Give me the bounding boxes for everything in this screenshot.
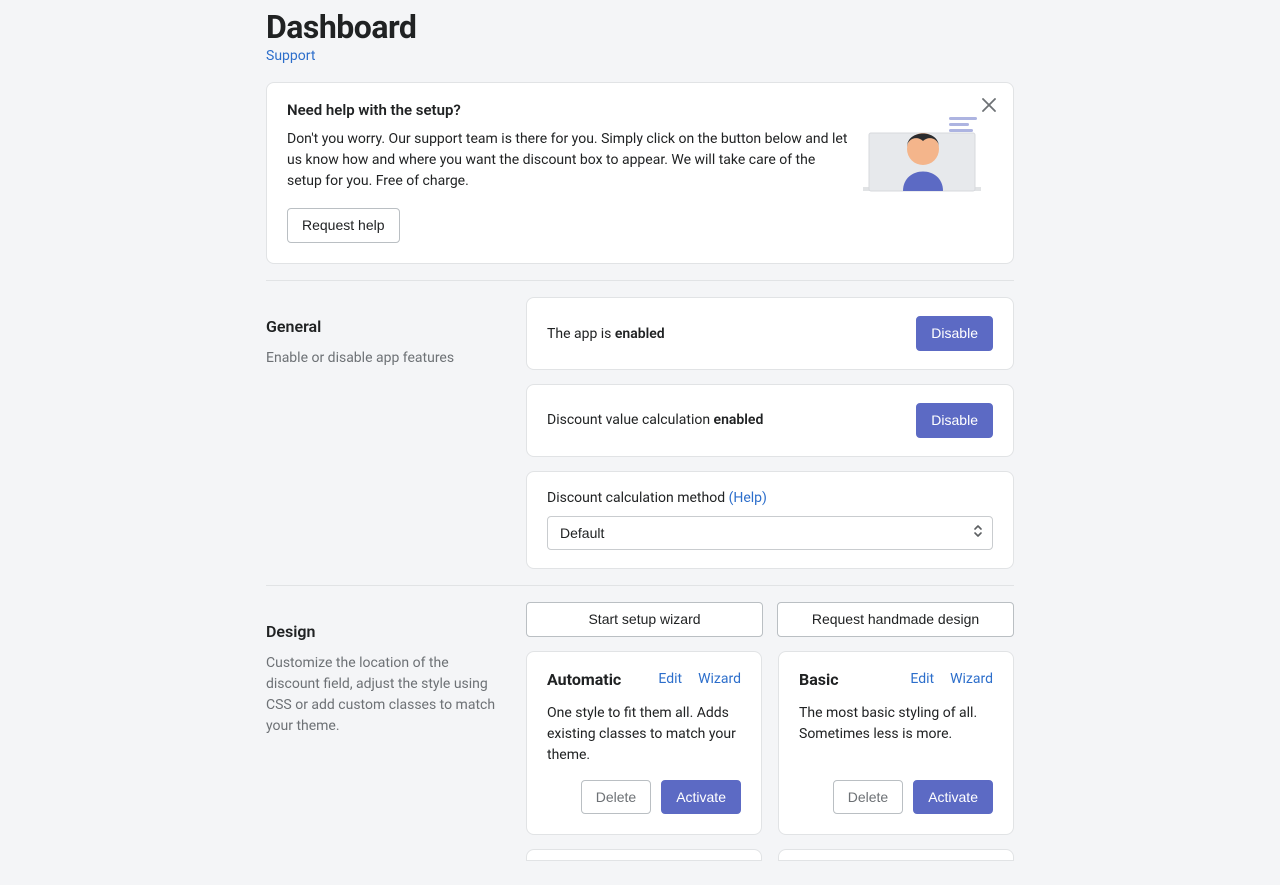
discount-method-select[interactable]: Default — [547, 516, 993, 550]
discount-method-help-link[interactable]: (Help) — [729, 490, 767, 506]
theme-card-basic: Basic Edit Wizard The most basic styling… — [778, 651, 1014, 836]
disable-discount-calc-button[interactable]: Disable — [916, 403, 993, 438]
request-handmade-design-button[interactable]: Request handmade design — [777, 602, 1014, 637]
app-status-value: enabled — [615, 326, 665, 342]
divider — [266, 280, 1014, 281]
theme-delete-button[interactable]: Delete — [833, 780, 903, 815]
support-person-illustration — [863, 107, 981, 207]
page-title: Dashboard — [266, 8, 1014, 46]
disable-app-button[interactable]: Disable — [916, 316, 993, 351]
design-section: Design Customize the location of the dis… — [266, 602, 1014, 862]
theme-wizard-link[interactable]: Wizard — [698, 671, 741, 687]
discount-method-label: Discount calculation method (Help) — [547, 490, 993, 506]
app-status-text: The app is enabled — [547, 326, 665, 342]
support-link[interactable]: Support — [266, 48, 315, 64]
banner-title: Need help with the setup? — [287, 101, 853, 119]
discount-calc-prefix: Discount value calculation — [547, 412, 714, 428]
discount-method-label-text: Discount calculation method — [547, 490, 729, 506]
theme-edit-link[interactable]: Edit — [910, 671, 934, 687]
discount-calc-card: Discount value calculation enabled Disab… — [526, 384, 1014, 457]
setup-help-banner: Need help with the setup? Don't you worr… — [266, 82, 1014, 264]
discount-calc-value: enabled — [714, 412, 764, 428]
general-section: General Enable or disable app features T… — [266, 297, 1014, 569]
theme-activate-button[interactable]: Activate — [661, 780, 741, 815]
app-status-prefix: The app is — [547, 326, 615, 342]
theme-desc: One style to fit them all. Adds existing… — [547, 703, 741, 766]
divider — [266, 585, 1014, 586]
request-help-button[interactable]: Request help — [287, 208, 400, 243]
theme-desc: The most basic styling of all. Sometimes… — [799, 703, 993, 745]
general-title: General — [266, 317, 502, 336]
theme-delete-button[interactable]: Delete — [581, 780, 651, 815]
theme-title: Automatic — [547, 670, 621, 689]
theme-wizard-link[interactable]: Wizard — [950, 671, 993, 687]
discount-method-card: Discount calculation method (Help) Defau… — [526, 471, 1014, 569]
start-setup-wizard-button[interactable]: Start setup wizard — [526, 602, 763, 637]
app-status-card: The app is enabled Disable — [526, 297, 1014, 370]
banner-text: Don't you worry. Our support team is the… — [287, 129, 853, 192]
theme-card-automatic: Automatic Edit Wizard One style to fit t… — [526, 651, 762, 836]
discount-calc-text: Discount value calculation enabled — [547, 412, 763, 428]
theme-title: Basic — [799, 670, 839, 689]
design-desc: Customize the location of the discount f… — [266, 653, 502, 737]
general-desc: Enable or disable app features — [266, 348, 502, 369]
theme-edit-link[interactable]: Edit — [658, 671, 682, 687]
close-icon[interactable] — [979, 95, 999, 115]
theme-cards-peek — [526, 849, 1014, 861]
design-title: Design — [266, 622, 502, 641]
theme-activate-button[interactable]: Activate — [913, 780, 993, 815]
